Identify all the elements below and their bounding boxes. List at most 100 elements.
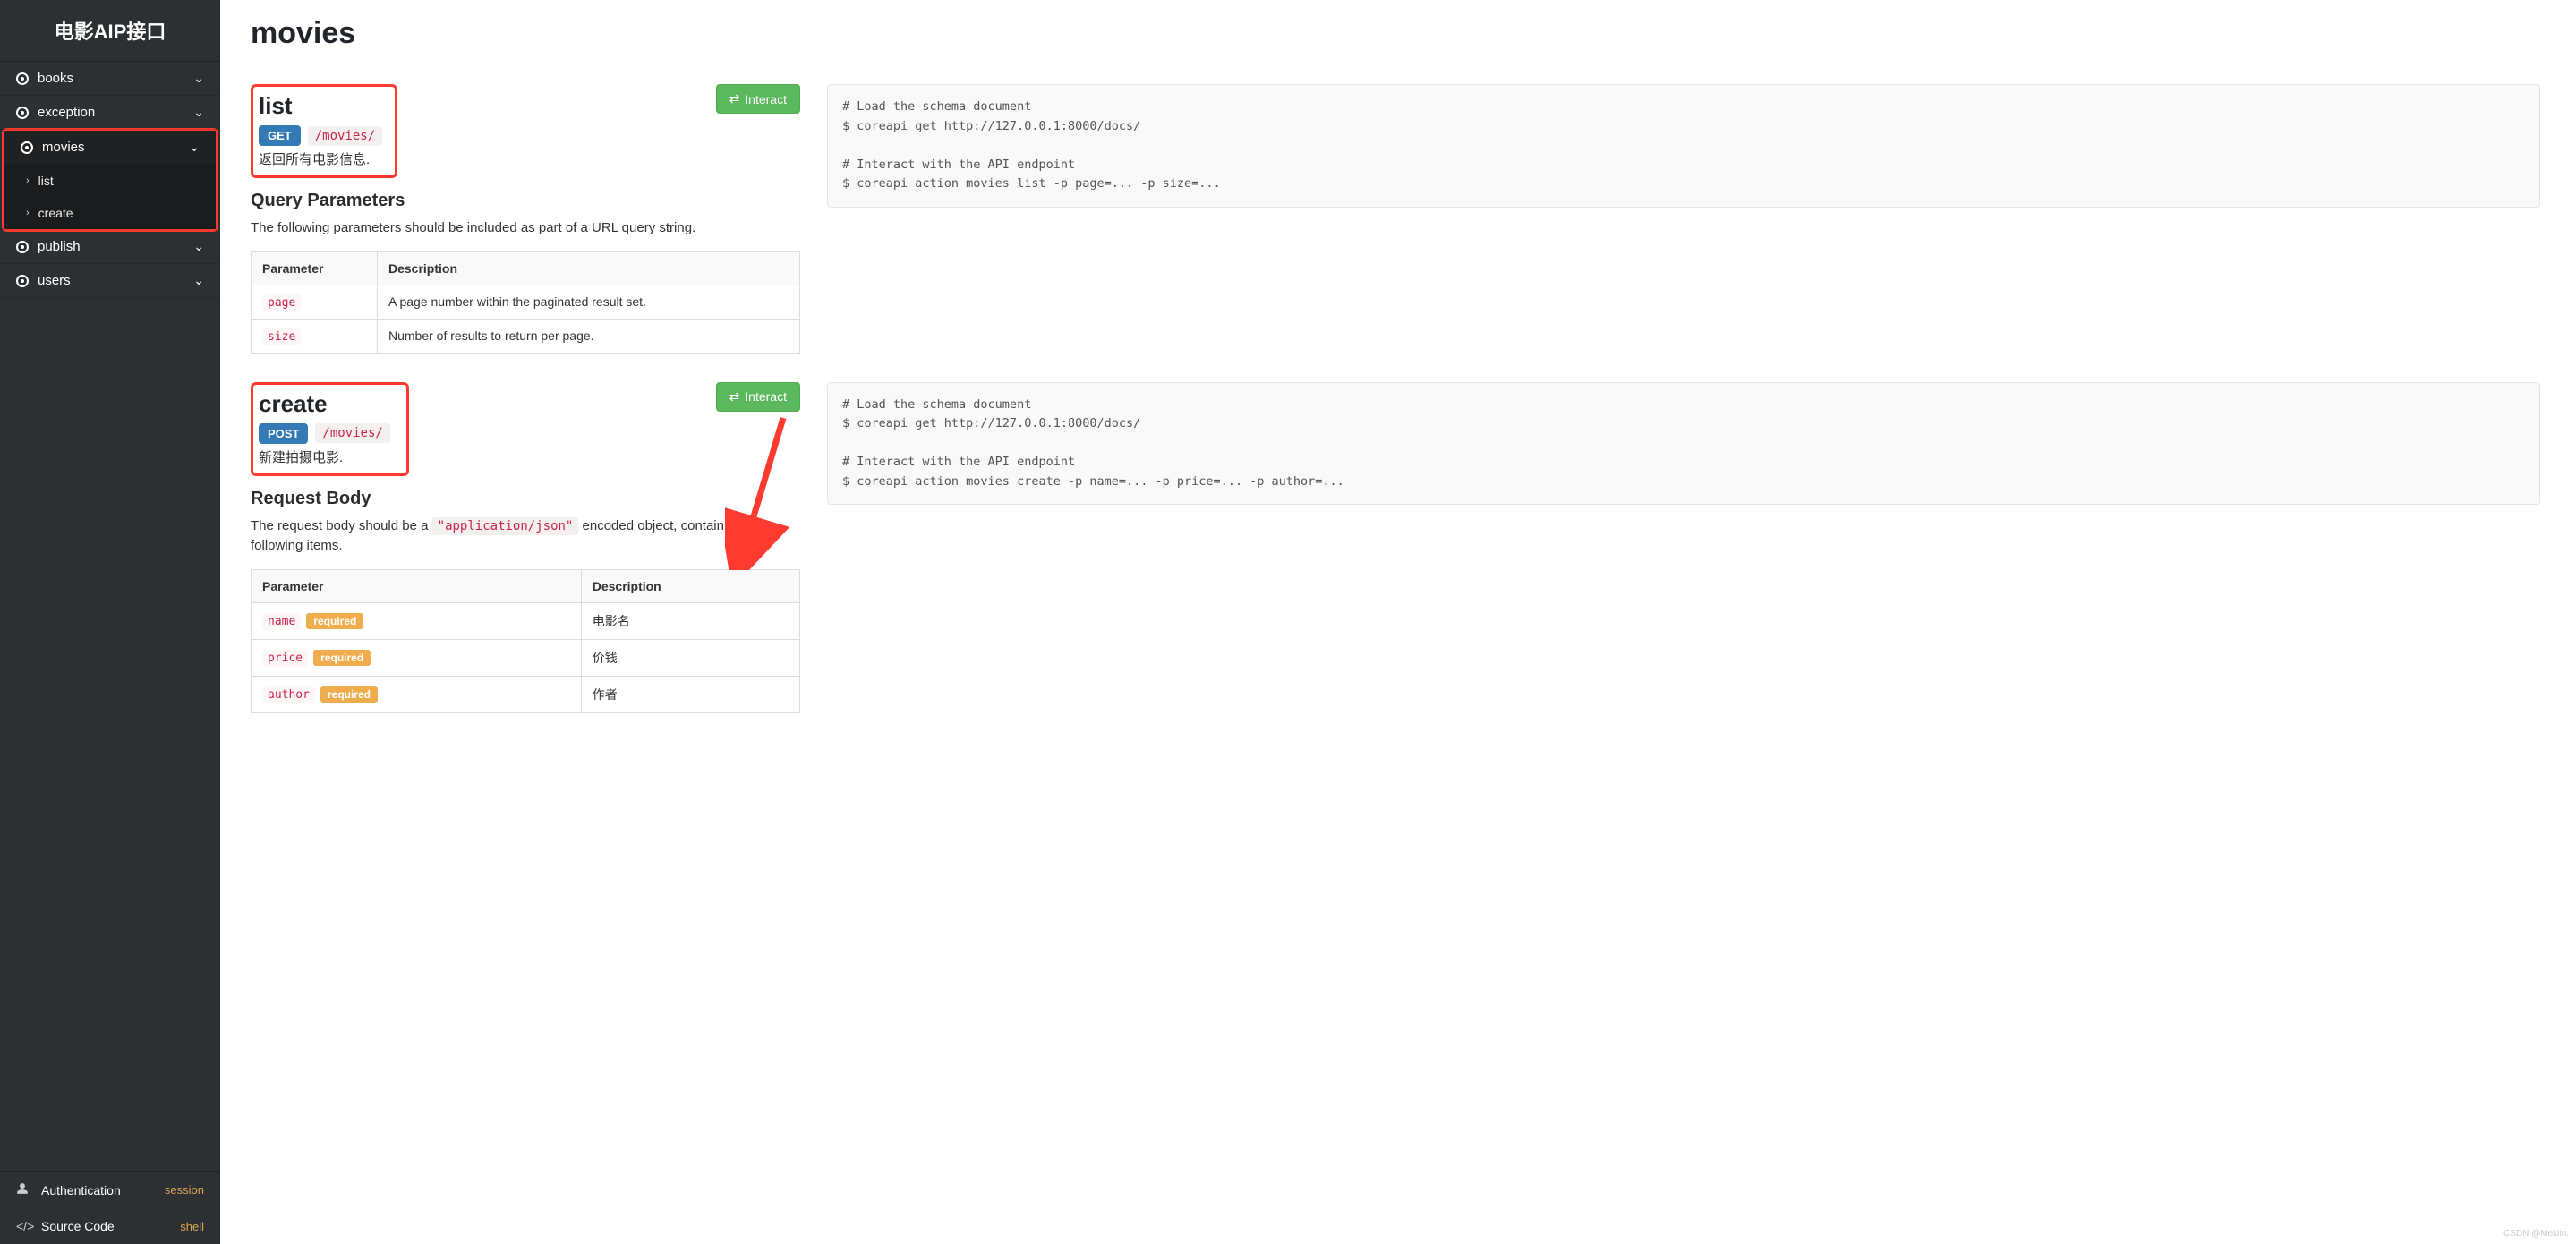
auth-label: Authentication [41,1183,121,1197]
source-value: shell [180,1220,204,1233]
bullet-icon [16,275,29,287]
method-line: POST /movies/ [259,423,390,444]
annotation-highlight: movies ⌄ › list › create [2,128,218,232]
endpoint-header: list GET /movies/ 返回所有电影信息. ⇄ Interact [251,84,800,178]
th-description: Description [378,251,800,285]
chevron-right-icon: › [26,208,30,218]
section-desc: The following parameters should be inclu… [251,218,800,239]
desc-pre: The request body should be a [251,518,432,533]
code-icon: </> [16,1219,32,1233]
sidebar-item-movies[interactable]: movies ⌄ [4,131,216,165]
method-badge: POST [259,423,308,444]
sidebar-footer: Authentication session </> Source Code s… [0,1171,220,1244]
endpoint-path: /movies/ [308,126,382,146]
required-badge: required [306,613,363,629]
sidebar-item-label: publish [38,239,81,254]
endpoint-desc: 返回所有电影信息. [259,149,382,168]
source-label: Source Code [41,1219,115,1233]
endpoint-right: # Load the schema document $ coreapi get… [827,84,2540,208]
sidebar-item-publish[interactable]: publish ⌄ [0,230,220,264]
param-table: Parameter Description name required 电影名 p… [251,569,800,713]
desc-code: "application/json" [432,517,579,535]
chevron-right-icon: › [26,175,30,186]
section-title: Query Parameters [251,191,800,211]
bullet-icon [16,107,29,119]
auth-footer-item[interactable]: Authentication session [0,1172,220,1208]
table-row: size Number of results to return per pag… [252,319,800,353]
param-table: Parameter Description page A page number… [251,251,800,354]
param-desc: 电影名 [581,602,799,639]
param-name: price [262,650,308,667]
sidebar-subitem-list[interactable]: › list [4,165,216,197]
endpoint-header: create POST /movies/ 新建拍摄电影. ⇄ Interact [251,382,800,476]
sidebar-item-label: exception [38,105,95,120]
chevron-down-icon: ⌄ [189,140,200,155]
interact-button[interactable]: ⇄ Interact [716,382,800,412]
sidebar-item-exception[interactable]: exception ⌄ [0,96,220,130]
param-desc: 作者 [581,676,799,712]
annotation-highlight: list GET /movies/ 返回所有电影信息. [251,84,397,178]
sidebar-item-users[interactable]: users ⌄ [0,264,220,298]
endpoint-desc: 新建拍摄电影. [259,447,390,466]
code-sample: # Load the schema document $ coreapi get… [827,382,2540,506]
chevron-down-icon: ⌄ [193,239,204,254]
auth-value: session [165,1183,204,1197]
method-line: GET /movies/ [259,125,382,146]
param-name: author [262,686,315,703]
endpoint-name: list [259,92,382,120]
param-desc: A page number within the paginated resul… [378,285,800,319]
th-parameter: Parameter [252,569,582,602]
page-title: movies [251,16,2540,51]
chevron-down-icon: ⌄ [193,71,204,86]
nav: books ⌄ exception ⌄ movies ⌄ › list › cr… [0,62,220,1171]
main-content: movies list GET /movies/ 返回所有电影信息. ⇄ Int… [220,0,2576,1244]
app-title: 电影AIP接口 [0,0,220,62]
section-desc: The request body should be a "applicatio… [251,516,800,557]
sub-nav: › list › create [4,165,216,229]
param-name: size [262,328,301,345]
param-desc: 价钱 [581,639,799,676]
table-row: page A page number within the paginated … [252,285,800,319]
table-row: name required 电影名 [252,602,800,639]
sidebar: 电影AIP接口 books ⌄ exception ⌄ movies ⌄ › l… [0,0,220,1244]
endpoint-create: create POST /movies/ 新建拍摄电影. ⇄ Interact … [251,382,2540,713]
chevron-down-icon: ⌄ [193,273,204,288]
endpoint-list: list GET /movies/ 返回所有电影信息. ⇄ Interact Q… [251,84,2540,354]
swap-icon: ⇄ [729,389,740,405]
interact-label: Interact [745,92,787,107]
interact-label: Interact [745,389,787,404]
th-parameter: Parameter [252,251,378,285]
sidebar-item-books[interactable]: books ⌄ [0,62,220,96]
sidebar-subitem-create[interactable]: › create [4,197,216,229]
sidebar-subitem-label: list [38,174,54,188]
bullet-icon [16,72,29,85]
endpoint-right: # Load the schema document $ coreapi get… [827,382,2540,506]
sidebar-item-label: movies [42,140,85,155]
watermark: CSDN @MeiJin. [2503,1229,2569,1239]
sidebar-item-label: users [38,273,71,288]
required-badge: required [320,686,378,703]
swap-icon: ⇄ [729,91,740,107]
sidebar-item-label: books [38,71,73,86]
th-description: Description [581,569,799,602]
param-name: name [262,613,301,630]
section-title: Request Body [251,489,800,509]
endpoint-path: /movies/ [315,423,389,443]
chevron-down-icon: ⌄ [193,105,204,120]
interact-button[interactable]: ⇄ Interact [716,84,800,114]
bullet-icon [21,141,33,154]
table-row: author required 作者 [252,676,800,712]
param-name: page [262,294,301,311]
sidebar-subitem-label: create [38,206,73,220]
method-badge: GET [259,125,301,146]
table-row: price required 价钱 [252,639,800,676]
endpoint-left: list GET /movies/ 返回所有电影信息. ⇄ Interact Q… [251,84,800,354]
endpoint-left: create POST /movies/ 新建拍摄电影. ⇄ Interact … [251,382,800,713]
user-icon [16,1182,32,1197]
required-badge: required [313,650,371,666]
endpoint-name: create [259,390,390,418]
annotation-highlight: create POST /movies/ 新建拍摄电影. [251,382,409,476]
code-sample: # Load the schema document $ coreapi get… [827,84,2540,208]
param-desc: Number of results to return per page. [378,319,800,353]
source-footer-item[interactable]: </> Source Code shell [0,1208,220,1244]
